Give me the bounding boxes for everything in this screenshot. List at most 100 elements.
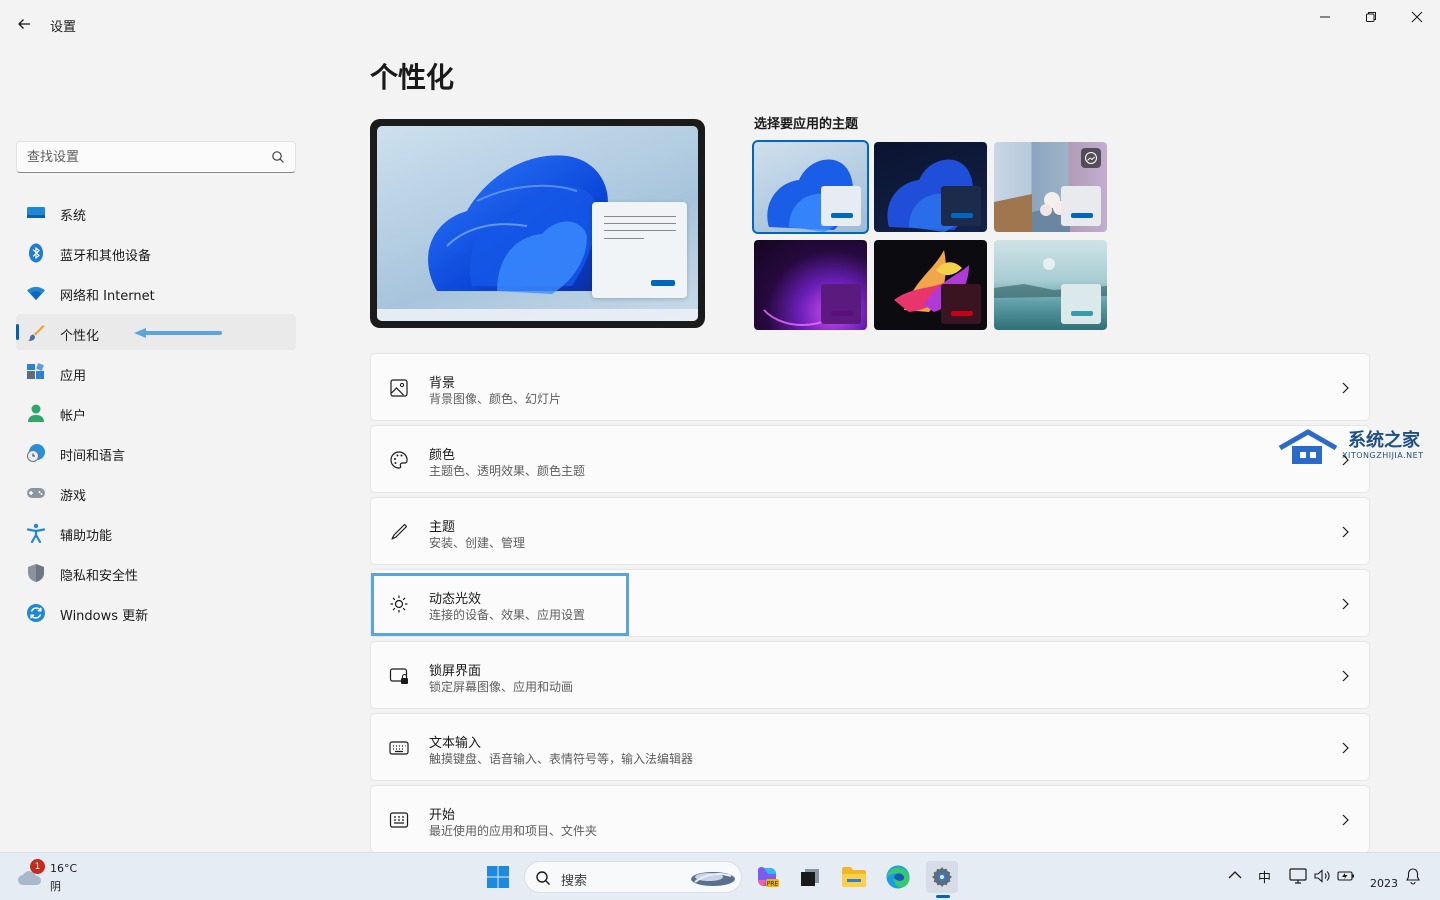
sidebar-item-label: 应用 bbox=[60, 369, 87, 384]
windows-logo-icon bbox=[487, 866, 509, 888]
sidebar-nav: 系统 蓝牙和其他设备 网络和 Internet 个性化 应用 帐户 时间和语言 … bbox=[16, 194, 296, 634]
search-input[interactable] bbox=[17, 142, 267, 172]
start-icon bbox=[389, 812, 409, 828]
card-title: 文本输入 bbox=[429, 736, 482, 751]
themes-label: 选择要应用的主题 bbox=[754, 117, 859, 132]
taskbar-copilot[interactable]: PRE bbox=[751, 861, 783, 893]
theme-accent-bar bbox=[951, 311, 973, 316]
theme-mini-window bbox=[941, 284, 981, 324]
accessibility-icon bbox=[26, 523, 46, 543]
keyboard-icon bbox=[389, 741, 409, 755]
sidebar-item-label: 游戏 bbox=[60, 489, 87, 504]
theme-thumbnail-glow[interactable] bbox=[754, 240, 867, 330]
card-title: 开始 bbox=[429, 808, 456, 823]
preview-line bbox=[604, 238, 644, 239]
sidebar-item-label: 网络和 Internet bbox=[60, 289, 155, 304]
chevron-right-icon bbox=[1342, 814, 1349, 826]
sidebar-item-label: Windows 更新 bbox=[60, 609, 149, 624]
network-icon[interactable] bbox=[1289, 867, 1307, 885]
weather-badge: 1 bbox=[30, 859, 45, 874]
active-app-indicator bbox=[936, 895, 950, 898]
dynamic-lighting-icon bbox=[390, 595, 408, 613]
chevron-up-icon[interactable] bbox=[1226, 867, 1244, 885]
card-dynamic-lighting[interactable]: 动态光效 连接的设备、效果、应用设置 bbox=[370, 569, 1370, 637]
taskbar-task-view[interactable] bbox=[794, 861, 826, 893]
sidebar-item-label: 隐私和安全性 bbox=[60, 569, 139, 584]
restore-icon bbox=[1366, 12, 1376, 22]
sidebar-item-label: 帐户 bbox=[60, 409, 87, 424]
theme-mini-window bbox=[821, 186, 861, 226]
lock-screen-icon bbox=[389, 668, 408, 684]
apps-icon bbox=[27, 363, 44, 379]
sidebar-item-apps[interactable]: 应用 bbox=[16, 354, 296, 390]
palette-icon bbox=[390, 451, 408, 469]
preview-line bbox=[604, 223, 676, 224]
card-title: 颜色 bbox=[429, 448, 456, 463]
sidebar-item-system[interactable]: 系统 bbox=[16, 194, 296, 230]
card-colors[interactable]: 颜色 主题色、透明效果、颜色主题 bbox=[370, 425, 1370, 493]
theme-thumbnail-captured-motion[interactable] bbox=[874, 240, 987, 330]
pen-icon bbox=[391, 523, 408, 540]
title-bar: 设置 bbox=[0, 0, 1440, 46]
annotation-arrow-icon bbox=[134, 328, 222, 338]
card-start[interactable]: 开始 最近使用的应用和项目、文件夹 bbox=[370, 785, 1370, 853]
sidebar-item-gaming[interactable]: 游戏 bbox=[16, 474, 296, 510]
back-button[interactable] bbox=[12, 12, 36, 36]
sidebar-item-network[interactable]: 网络和 Internet bbox=[16, 274, 296, 310]
page-title: 个性化 bbox=[370, 61, 455, 94]
brush-icon bbox=[28, 325, 45, 341]
back-arrow-icon bbox=[18, 19, 30, 29]
app-title: 设置 bbox=[50, 20, 77, 35]
ime-indicator[interactable]: 中 bbox=[1258, 867, 1271, 886]
theme-thumbnail-windows-dark[interactable] bbox=[874, 142, 987, 232]
preview-accent-button bbox=[651, 280, 675, 286]
minimize-button[interactable] bbox=[1310, 6, 1340, 28]
maximize-button[interactable] bbox=[1356, 6, 1386, 28]
theme-mini-window bbox=[1061, 186, 1101, 226]
clock[interactable]: 2023 bbox=[1370, 877, 1398, 890]
preview-window bbox=[592, 202, 687, 298]
notification-bell-icon[interactable] bbox=[1404, 867, 1422, 885]
theme-accent-bar bbox=[1071, 213, 1093, 218]
chevron-right-icon bbox=[1342, 382, 1349, 394]
card-background[interactable]: 背景 背景图像、颜色、幻灯片 bbox=[370, 353, 1370, 421]
theme-accent-bar bbox=[1071, 311, 1093, 316]
globe-clock-icon bbox=[27, 444, 45, 462]
taskbar-settings[interactable] bbox=[926, 861, 958, 893]
chevron-right-icon bbox=[1342, 526, 1349, 538]
sidebar-item-privacy-security[interactable]: 隐私和安全性 bbox=[16, 554, 296, 590]
taskbar: 1 16°C 阴 搜索 PRE 中 2023 bbox=[0, 852, 1440, 900]
image-icon bbox=[390, 379, 408, 397]
close-button[interactable] bbox=[1402, 6, 1432, 28]
theme-accent-bar bbox=[951, 213, 973, 218]
card-text-input[interactable]: 文本输入 触摸键盘、语音输入、表情符号等，输入法编辑器 bbox=[370, 713, 1370, 781]
card-subtitle: 主题色、透明效果、颜色主题 bbox=[429, 464, 586, 478]
battery-icon[interactable] bbox=[1337, 867, 1355, 885]
taskbar-search[interactable]: 搜索 bbox=[524, 861, 742, 893]
taskbar-edge[interactable] bbox=[882, 861, 914, 893]
taskbar-file-explorer[interactable] bbox=[838, 861, 870, 893]
card-lock-screen[interactable]: 锁屏界面 锁定屏幕图像、应用和动画 bbox=[370, 641, 1370, 709]
card-themes[interactable]: 主题 安装、创建、管理 bbox=[370, 497, 1370, 565]
card-subtitle: 背景图像、颜色、幻灯片 bbox=[429, 392, 562, 406]
card-title: 动态光效 bbox=[429, 592, 482, 607]
weather-widget[interactable]: 1 16°C 阴 bbox=[16, 859, 96, 895]
sidebar-item-label: 个性化 bbox=[60, 329, 100, 344]
shield-icon bbox=[28, 564, 44, 582]
sidebar-item-time-language[interactable]: 时间和语言 bbox=[16, 434, 296, 470]
theme-thumbnail-spotlight[interactable] bbox=[994, 142, 1107, 232]
sidebar-item-bluetooth[interactable]: 蓝牙和其他设备 bbox=[16, 234, 296, 270]
minimize-icon bbox=[1320, 16, 1330, 18]
sidebar-item-windows-update[interactable]: Windows 更新 bbox=[16, 594, 296, 630]
watermark-name: 系统之家 bbox=[1348, 430, 1420, 451]
theme-thumbnail-windows-light[interactable] bbox=[752, 140, 869, 234]
volume-icon[interactable] bbox=[1313, 867, 1331, 885]
search-icon[interactable] bbox=[271, 150, 285, 164]
start-button[interactable] bbox=[482, 861, 514, 893]
sidebar-item-personalization[interactable]: 个性化 bbox=[16, 314, 296, 350]
theme-thumbnail-flow[interactable] bbox=[994, 240, 1107, 330]
gear-icon bbox=[932, 867, 952, 887]
card-subtitle: 连接的设备、效果、应用设置 bbox=[429, 608, 586, 622]
sidebar-item-accounts[interactable]: 帐户 bbox=[16, 394, 296, 430]
sidebar-item-accessibility[interactable]: 辅助功能 bbox=[16, 514, 296, 550]
